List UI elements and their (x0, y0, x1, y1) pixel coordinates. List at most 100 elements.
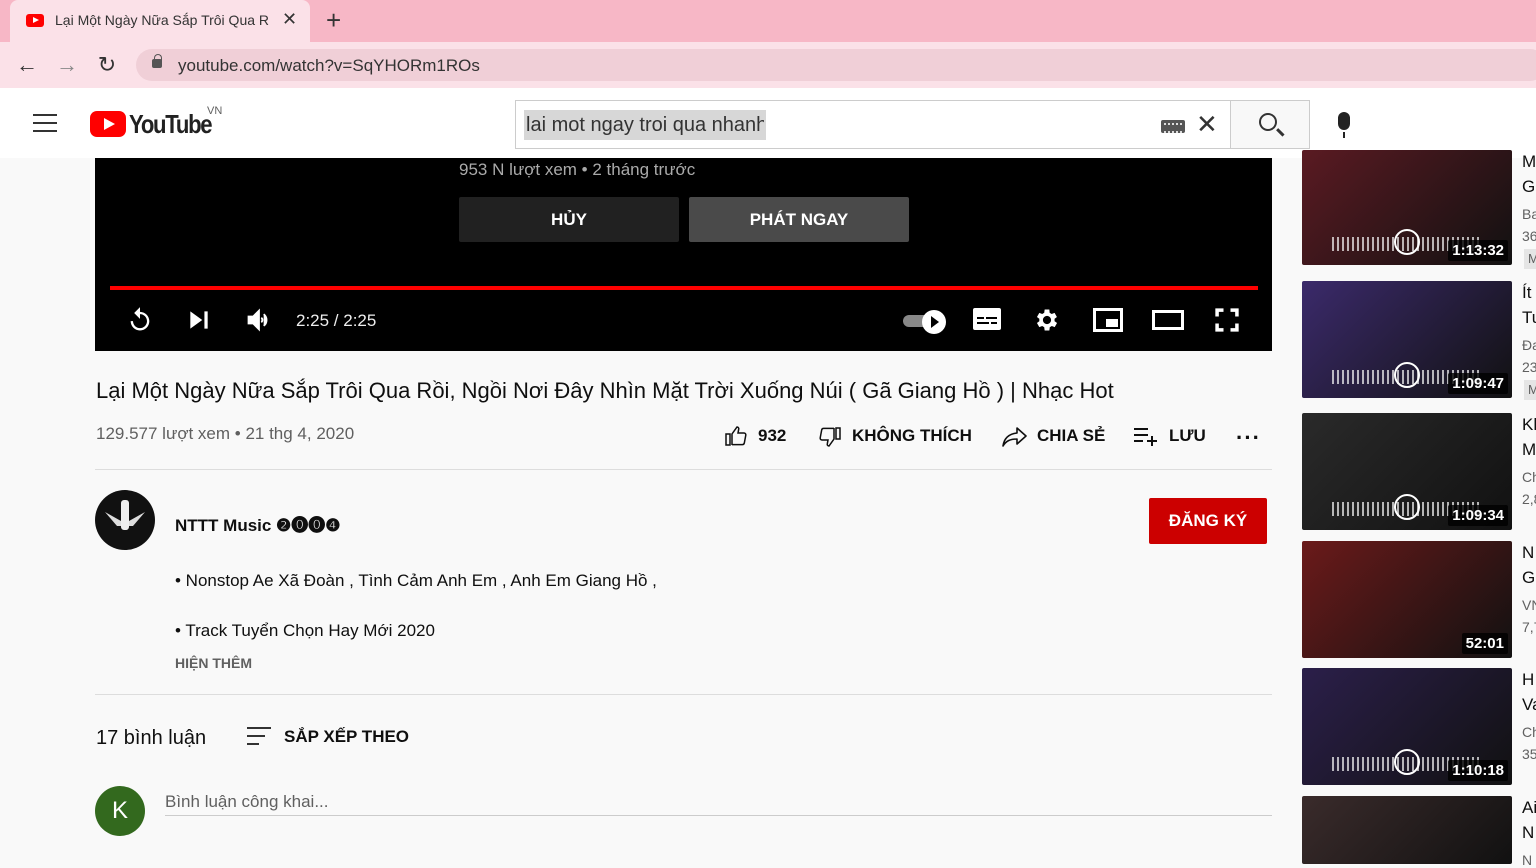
recommended-view-count: 2,8 (1522, 491, 1536, 507)
video-title: Lại Một Ngày Nữa Sắp Trôi Qua Rồi, Ngồi … (96, 378, 1114, 403)
recommended-video-title[interactable]: Tu (1522, 308, 1536, 328)
search-input[interactable] (524, 110, 766, 140)
more-actions-icon[interactable]: ··· (1236, 424, 1261, 452)
recommended-view-count: 36 (1522, 228, 1536, 244)
recommended-video-title[interactable]: Ai (1522, 798, 1536, 818)
recommended-video-title[interactable]: N (1522, 543, 1534, 563)
browser-tab[interactable]: Lại Một Ngày Nữa Sắp Trôi Qua R ✕ (10, 0, 310, 42)
search-icon (1259, 113, 1277, 131)
thumbs-up-icon (725, 426, 747, 446)
theater-mode-icon[interactable] (1152, 310, 1184, 330)
recommended-channel-name: N (1522, 852, 1533, 868)
recommended-view-count: 35 (1522, 746, 1536, 762)
divider (95, 694, 1272, 695)
youtube-logo-icon[interactable] (90, 111, 126, 137)
video-duration: 1:09:47 (1448, 373, 1508, 394)
cancel-autoplay-button[interactable]: HỦY (459, 197, 679, 242)
progress-bar[interactable] (110, 286, 1258, 290)
recommended-video-thumbnail[interactable]: 52:01 (1302, 541, 1512, 658)
recommended-video-thumbnail[interactable]: 1:09:47 (1302, 281, 1512, 398)
video-duration: 1:13:32 (1448, 240, 1508, 261)
dislike-label: KHÔNG THÍCH (852, 426, 972, 445)
subtitles-icon[interactable] (973, 308, 1001, 330)
user-avatar: K (95, 786, 145, 836)
recommended-video-title[interactable]: Gi (1522, 568, 1536, 588)
comment-input[interactable] (165, 788, 1272, 816)
youtube-logo-text[interactable]: YouTube (129, 109, 213, 140)
recommended-channel-name: VN (1522, 597, 1536, 613)
sort-by-button[interactable]: SẮP XẾP THEO (284, 727, 409, 747)
endscreen-video-meta: 953 N lượt xem • 2 tháng trước (459, 160, 696, 179)
recommended-video-title[interactable]: Ít (1522, 283, 1531, 303)
channel-name[interactable]: NTTT Music ❷⓿⓿❹ (175, 511, 341, 536)
youtube-header: YouTube VN ✕ (0, 88, 1536, 158)
channel-avatar[interactable] (95, 490, 155, 550)
mix-badge: M (1524, 380, 1536, 400)
keyboard-icon[interactable] (1161, 120, 1185, 133)
fullscreen-icon[interactable] (1213, 306, 1241, 334)
video-player[interactable]: 953 N lượt xem • 2 tháng trước HỦY PHÁT … (95, 158, 1272, 351)
close-tab-icon[interactable]: ✕ (282, 9, 297, 30)
volume-icon[interactable] (245, 306, 273, 334)
recommended-channel-name: Ba (1522, 206, 1536, 222)
reload-icon[interactable]: ↻ (94, 52, 120, 78)
recommended-channel-name: Ch (1522, 469, 1536, 485)
play-now-button[interactable]: PHÁT NGAY (689, 197, 909, 242)
mix-badge: M (1524, 249, 1536, 269)
share-icon (1002, 427, 1027, 447)
description-line: • Track Tuyển Chọn Hay Mới 2020 (175, 621, 435, 640)
recommended-video-thumbnail[interactable]: 1:10:18 (1302, 668, 1512, 785)
back-arrow-icon[interactable]: ← (14, 52, 40, 78)
recommended-video-thumbnail[interactable]: 1:13:32 (1302, 150, 1512, 265)
new-tab-button[interactable]: + (326, 6, 341, 34)
sort-icon[interactable] (247, 727, 271, 747)
recommended-video-title[interactable]: Kh (1522, 415, 1536, 435)
recommended-channel-name: Đa (1522, 337, 1536, 353)
disc-icon (1394, 229, 1420, 255)
recommended-video-title[interactable]: Va (1522, 695, 1536, 715)
tab-title: Lại Một Ngày Nữa Sắp Trôi Qua R (55, 12, 270, 28)
hamburger-menu-icon[interactable] (33, 114, 57, 132)
search-button[interactable] (1230, 100, 1310, 149)
forward-arrow-icon[interactable]: → (54, 52, 80, 78)
microphone-icon[interactable] (1338, 112, 1350, 138)
next-icon[interactable] (186, 306, 212, 334)
lock-icon (152, 54, 162, 68)
recommended-video-title[interactable]: H (1522, 670, 1534, 690)
comment-count: 17 bình luận (96, 727, 207, 749)
thumbs-down-icon (819, 427, 841, 447)
time-display: 2:25 / 2:25 (296, 311, 377, 330)
clear-search-icon[interactable]: ✕ (1196, 109, 1218, 140)
description-line: • Nonstop Ae Xã Đoàn , Tình Cảm Anh Em ,… (175, 571, 657, 590)
video-duration: 1:10:18 (1448, 760, 1508, 781)
like-count: 932 (758, 426, 787, 445)
recommended-video-title[interactable]: Gi (1522, 177, 1536, 197)
playlist-add-icon (1134, 428, 1157, 446)
recommended-video-title[interactable]: M (1522, 440, 1536, 460)
disc-icon (1394, 494, 1420, 520)
recommended-video-title[interactable]: N (1522, 823, 1534, 843)
region-code: VN (207, 105, 223, 117)
recommended-view-count: 23 (1522, 359, 1536, 375)
save-button[interactable]: LƯU (1133, 422, 1213, 450)
browser-tab-bar: Lại Một Ngày Nữa Sắp Trôi Qua R ✕ + (0, 0, 1536, 42)
subscribe-button[interactable]: ĐĂNG KÝ (1149, 498, 1267, 544)
show-more-button[interactable]: HIỆN THÊM (175, 655, 252, 671)
save-label: LƯU (1169, 426, 1206, 445)
url-text: youtube.com/watch?v=SqYHORm1ROs (178, 56, 480, 75)
autoplay-toggle[interactable] (903, 310, 947, 334)
dislike-button[interactable]: KHÔNG THÍCH (818, 422, 978, 450)
recommended-video-thumbnail[interactable]: 1:09:34 (1302, 413, 1512, 530)
disc-icon (1394, 749, 1420, 775)
replay-icon[interactable] (125, 306, 155, 334)
recommended-video-thumbnail[interactable] (1302, 796, 1512, 864)
recommended-video-title[interactable]: M (1522, 152, 1536, 172)
share-label: CHIA SẺ (1037, 426, 1106, 445)
disc-icon (1394, 362, 1420, 388)
share-button[interactable]: CHIA SẺ (1002, 422, 1112, 450)
miniplayer-icon[interactable] (1093, 308, 1123, 332)
search-box[interactable]: ✕ (515, 100, 1231, 149)
youtube-favicon-icon (26, 14, 44, 27)
address-bar[interactable]: youtube.com/watch?v=SqYHORm1ROs (136, 49, 1536, 81)
settings-gear-icon[interactable] (1033, 306, 1061, 334)
